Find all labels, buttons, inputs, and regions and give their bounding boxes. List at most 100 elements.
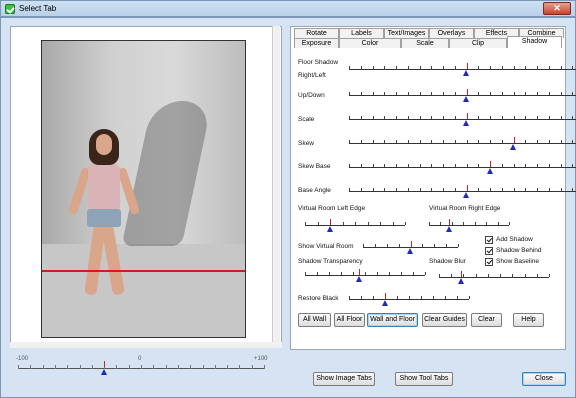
baseline-guide[interactable] (42, 270, 245, 272)
slider-tick (363, 244, 364, 247)
right-left-slider-thumb[interactable] (463, 70, 469, 76)
tab-shadow[interactable]: Shadow (507, 36, 562, 48)
all-wall-button[interactable]: All Wall (298, 313, 331, 327)
slider-tick (548, 140, 550, 143)
slider-tick (487, 274, 489, 277)
show-baseline-checkbox[interactable] (485, 258, 493, 266)
slider-tick (421, 296, 422, 299)
close-button[interactable]: Close (522, 372, 566, 386)
restore-black-slider-thumb[interactable] (381, 300, 388, 306)
blur-slider-thumb[interactable] (457, 278, 464, 284)
tab-overlays[interactable]: Overlays (429, 28, 474, 38)
restore-black-slider-track[interactable] (349, 299, 469, 300)
slider-tick (474, 222, 476, 225)
scale-slider-thumb[interactable] (463, 120, 469, 126)
slider-tick (389, 272, 390, 275)
slider-tick (384, 116, 386, 119)
label-skew: Skew (298, 140, 314, 147)
slider-tick (451, 274, 453, 277)
skew-base-slider-track[interactable] (349, 167, 576, 168)
slider-tick (419, 164, 421, 167)
slider-tick (372, 188, 374, 191)
add-shadow-checkbox[interactable] (485, 236, 493, 244)
slider-tick (349, 116, 350, 119)
show-vr-slider-marker (410, 241, 412, 247)
slider-tick (413, 272, 414, 275)
slider-tick (397, 296, 398, 299)
vr-right-slider-track[interactable] (429, 225, 509, 226)
slider-tick (466, 164, 468, 167)
slider-tick (372, 116, 374, 119)
vr-left-slider-track[interactable] (305, 225, 405, 226)
preview-horizontal-scrollbar[interactable] (10, 342, 282, 348)
tab-text-images[interactable]: Text/Images (384, 28, 429, 38)
slider-tick (422, 244, 424, 247)
tab-color[interactable]: Color (339, 38, 401, 48)
slider-tick (384, 164, 386, 167)
slider-tick (549, 274, 550, 277)
slider-tick (513, 188, 515, 191)
vr-left-slider-thumb[interactable] (326, 226, 333, 232)
show-vr-slider-thumb[interactable] (407, 248, 413, 254)
zoom-tick (67, 365, 69, 369)
show-tool-tabs-button[interactable]: Show Tool Tabs (395, 372, 453, 386)
zoom-tick (190, 365, 192, 369)
tab-exposure[interactable]: Exposure (294, 38, 339, 48)
tab-row-bottom: Exposure Color Scale Clip Shadow (294, 36, 562, 48)
transparency-slider-marker (359, 269, 360, 275)
clear-button[interactable]: Clear (471, 313, 502, 327)
slider-tick (431, 92, 433, 95)
slider-tick (458, 244, 459, 247)
blur-slider-track[interactable] (439, 277, 549, 278)
shadow-behind-label: Shadow Behind (496, 247, 542, 254)
vr-left-slider-marker (330, 219, 331, 225)
tab-rotate[interactable]: Rotate (294, 28, 339, 38)
slider-tick (454, 66, 456, 69)
tab-scale[interactable]: Scale (401, 38, 449, 48)
slider-tick (409, 296, 410, 299)
slider-tick (419, 66, 421, 69)
zoom-min-label: -100 (16, 356, 29, 362)
up-down-slider-marker (466, 89, 468, 95)
transparency-slider-thumb[interactable] (355, 276, 362, 282)
shadow-behind-checkbox[interactable] (485, 247, 493, 255)
slider-tick (407, 66, 409, 69)
zoom-tick (128, 365, 130, 369)
slider-tick (374, 244, 376, 247)
vr-right-slider-thumb[interactable] (445, 226, 452, 232)
label-right-left: Right/Left (298, 72, 326, 79)
control-panel: Rotate Labels Text/Images Overlays Effec… (290, 26, 576, 350)
slider-tick (490, 116, 491, 119)
slider-tick (560, 92, 562, 95)
slider-tick (329, 272, 330, 275)
slider-tick (463, 222, 465, 225)
skew-slider-marker (513, 137, 515, 143)
tab-labels[interactable]: Labels (339, 28, 384, 38)
slider-tick (396, 164, 397, 167)
zoom-slider-thumb[interactable] (100, 369, 107, 375)
zoom-tick (227, 365, 229, 369)
label-shadow-blur: Shadow Blur (429, 258, 466, 265)
all-floor-button[interactable]: All Floor (334, 313, 365, 327)
window-close-button[interactable]: ✕ (543, 2, 571, 15)
preview-vertical-scrollbar[interactable] (272, 26, 280, 346)
base-angle-slider-thumb[interactable] (463, 192, 469, 198)
clear-guides-button[interactable]: Clear Guides (422, 313, 467, 327)
transparency-slider-track[interactable] (305, 275, 425, 276)
skew-slider-track[interactable] (349, 143, 576, 144)
slider-tick (501, 164, 503, 167)
slider-tick (439, 274, 440, 277)
tab-clip[interactable]: Clip (449, 38, 507, 48)
slider-tick (372, 92, 374, 95)
slider-tick (537, 116, 538, 119)
skew-slider-thumb[interactable] (510, 144, 516, 150)
up-down-slider-thumb[interactable] (463, 96, 469, 102)
label-restore-black: Restore Black (298, 295, 339, 302)
show-image-tabs-button[interactable]: Show Image Tabs (313, 372, 375, 386)
skew-base-slider-thumb[interactable] (486, 168, 493, 174)
help-button[interactable]: Help (513, 313, 544, 327)
slider-tick (501, 188, 503, 191)
app-icon (5, 4, 15, 14)
wall-and-floor-button[interactable]: Wall and Floor (367, 313, 418, 327)
slider-tick (419, 140, 421, 143)
